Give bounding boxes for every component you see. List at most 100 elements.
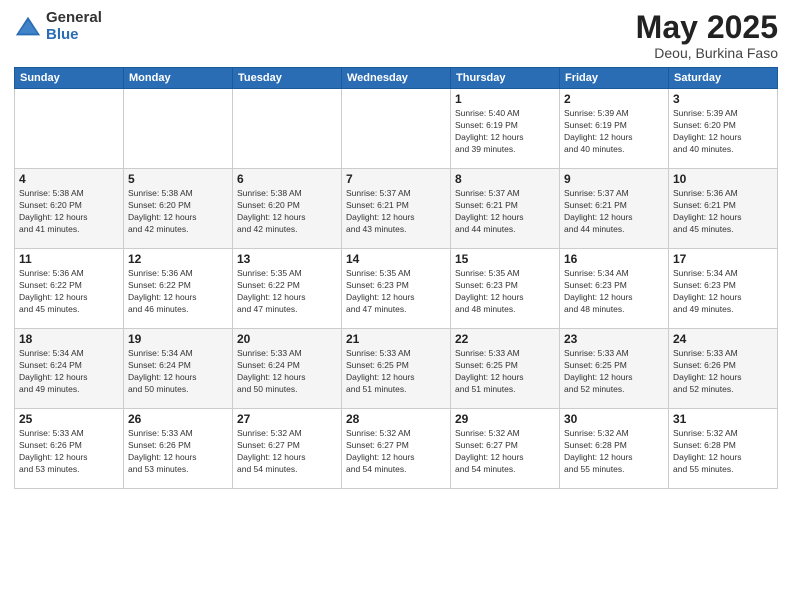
day-info: Sunrise: 5:39 AMSunset: 6:20 PMDaylight:… (673, 108, 773, 156)
day-number: 18 (19, 332, 119, 346)
day-cell: 1 Sunrise: 5:40 AMSunset: 6:19 PMDaylight… (451, 89, 560, 169)
day-number: 7 (346, 172, 446, 186)
day-cell: 9 Sunrise: 5:37 AMSunset: 6:21 PMDaylight… (560, 169, 669, 249)
day-number: 17 (673, 252, 773, 266)
day-info: Sunrise: 5:35 AMSunset: 6:22 PMDaylight:… (237, 268, 337, 316)
day-info: Sunrise: 5:33 AMSunset: 6:24 PMDaylight:… (237, 348, 337, 396)
day-cell (233, 89, 342, 169)
day-cell (15, 89, 124, 169)
day-info: Sunrise: 5:39 AMSunset: 6:19 PMDaylight:… (564, 108, 664, 156)
week-row-1: 1 Sunrise: 5:40 AMSunset: 6:19 PMDaylight… (15, 89, 778, 169)
day-cell: 28 Sunrise: 5:32 AMSunset: 6:27 PMDayligh… (342, 409, 451, 489)
day-cell: 19 Sunrise: 5:34 AMSunset: 6:24 PMDayligh… (124, 329, 233, 409)
day-info: Sunrise: 5:34 AMSunset: 6:24 PMDaylight:… (128, 348, 228, 396)
col-friday: Friday (560, 68, 669, 89)
week-row-2: 4 Sunrise: 5:38 AMSunset: 6:20 PMDaylight… (15, 169, 778, 249)
day-cell: 18 Sunrise: 5:34 AMSunset: 6:24 PMDayligh… (15, 329, 124, 409)
day-cell: 26 Sunrise: 5:33 AMSunset: 6:26 PMDayligh… (124, 409, 233, 489)
day-cell: 24 Sunrise: 5:33 AMSunset: 6:26 PMDayligh… (669, 329, 778, 409)
col-monday: Monday (124, 68, 233, 89)
day-cell: 10 Sunrise: 5:36 AMSunset: 6:21 PMDayligh… (669, 169, 778, 249)
day-info: Sunrise: 5:34 AMSunset: 6:24 PMDaylight:… (19, 348, 119, 396)
day-cell: 3 Sunrise: 5:39 AMSunset: 6:20 PMDaylight… (669, 89, 778, 169)
day-number: 2 (564, 92, 664, 106)
day-number: 16 (564, 252, 664, 266)
day-info: Sunrise: 5:40 AMSunset: 6:19 PMDaylight:… (455, 108, 555, 156)
day-number: 26 (128, 412, 228, 426)
day-info: Sunrise: 5:37 AMSunset: 6:21 PMDaylight:… (455, 188, 555, 236)
day-number: 4 (19, 172, 119, 186)
week-row-4: 18 Sunrise: 5:34 AMSunset: 6:24 PMDayligh… (15, 329, 778, 409)
day-cell: 12 Sunrise: 5:36 AMSunset: 6:22 PMDayligh… (124, 249, 233, 329)
title-block: May 2025 Deou, Burkina Faso (636, 10, 778, 61)
day-number: 11 (19, 252, 119, 266)
day-number: 1 (455, 92, 555, 106)
day-cell: 4Sunrise: 5:38 AMSunset: 6:20 PMDaylight… (15, 169, 124, 249)
week-row-5: 25Sunrise: 5:33 AMSunset: 6:26 PMDayligh… (15, 409, 778, 489)
day-info: Sunrise: 5:33 AMSunset: 6:25 PMDaylight:… (564, 348, 664, 396)
day-number: 10 (673, 172, 773, 186)
day-cell: 21 Sunrise: 5:33 AMSunset: 6:25 PMDayligh… (342, 329, 451, 409)
day-cell: 2 Sunrise: 5:39 AMSunset: 6:19 PMDaylight… (560, 89, 669, 169)
header-row: Sunday Monday Tuesday Wednesday Thursday… (15, 68, 778, 89)
day-number: 28 (346, 412, 446, 426)
day-number: 27 (237, 412, 337, 426)
day-info: Sunrise: 5:33 AMSunset: 6:26 PMDaylight:… (19, 428, 119, 476)
calendar-subtitle: Deou, Burkina Faso (636, 45, 778, 61)
day-cell (124, 89, 233, 169)
day-cell: 22Sunrise: 5:33 AMSunset: 6:25 PMDayligh… (451, 329, 560, 409)
day-info: Sunrise: 5:34 AMSunset: 6:23 PMDaylight:… (564, 268, 664, 316)
day-info: Sunrise: 5:38 AMSunset: 6:20 PMDaylight:… (128, 188, 228, 236)
calendar-page: General Blue May 2025 Deou, Burkina Faso… (0, 0, 792, 612)
day-info: Sunrise: 5:36 AMSunset: 6:22 PMDaylight:… (128, 268, 228, 316)
day-info: Sunrise: 5:38 AMSunset: 6:20 PMDaylight:… (237, 188, 337, 236)
day-number: 20 (237, 332, 337, 346)
day-number: 22 (455, 332, 555, 346)
day-info: Sunrise: 5:35 AMSunset: 6:23 PMDaylight:… (346, 268, 446, 316)
day-cell: 29 Sunrise: 5:32 AMSunset: 6:27 PMDayligh… (451, 409, 560, 489)
logo-general-text: General (46, 10, 102, 27)
col-tuesday: Tuesday (233, 68, 342, 89)
day-number: 13 (237, 252, 337, 266)
day-info: Sunrise: 5:37 AMSunset: 6:21 PMDaylight:… (564, 188, 664, 236)
day-cell: 7Sunrise: 5:37 AMSunset: 6:21 PMDaylight… (342, 169, 451, 249)
day-cell: 30Sunrise: 5:32 AMSunset: 6:28 PMDayligh… (560, 409, 669, 489)
day-cell: 5 Sunrise: 5:38 AMSunset: 6:20 PMDaylight… (124, 169, 233, 249)
calendar-table: Sunday Monday Tuesday Wednesday Thursday… (14, 67, 778, 489)
week-row-3: 11 Sunrise: 5:36 AMSunset: 6:22 PMDayligh… (15, 249, 778, 329)
day-info: Sunrise: 5:32 AMSunset: 6:28 PMDaylight:… (673, 428, 773, 476)
day-number: 12 (128, 252, 228, 266)
logo-blue-text: Blue (46, 27, 102, 44)
day-cell: 16 Sunrise: 5:34 AMSunset: 6:23 PMDayligh… (560, 249, 669, 329)
day-cell: 6Sunrise: 5:38 AMSunset: 6:20 PMDaylight… (233, 169, 342, 249)
day-number: 21 (346, 332, 446, 346)
day-info: Sunrise: 5:35 AMSunset: 6:23 PMDaylight:… (455, 268, 555, 316)
day-info: Sunrise: 5:36 AMSunset: 6:21 PMDaylight:… (673, 188, 773, 236)
day-info: Sunrise: 5:33 AMSunset: 6:26 PMDaylight:… (128, 428, 228, 476)
logo-icon (14, 13, 42, 41)
day-number: 3 (673, 92, 773, 106)
day-number: 29 (455, 412, 555, 426)
day-number: 9 (564, 172, 664, 186)
col-wednesday: Wednesday (342, 68, 451, 89)
day-info: Sunrise: 5:33 AMSunset: 6:25 PMDaylight:… (346, 348, 446, 396)
day-number: 31 (673, 412, 773, 426)
day-number: 5 (128, 172, 228, 186)
day-info: Sunrise: 5:33 AMSunset: 6:26 PMDaylight:… (673, 348, 773, 396)
col-saturday: Saturday (669, 68, 778, 89)
day-info: Sunrise: 5:32 AMSunset: 6:27 PMDaylight:… (455, 428, 555, 476)
day-cell: 17Sunrise: 5:34 AMSunset: 6:23 PMDayligh… (669, 249, 778, 329)
day-cell: 25Sunrise: 5:33 AMSunset: 6:26 PMDayligh… (15, 409, 124, 489)
day-cell: 15 Sunrise: 5:35 AMSunset: 6:23 PMDayligh… (451, 249, 560, 329)
day-info: Sunrise: 5:32 AMSunset: 6:27 PMDaylight:… (237, 428, 337, 476)
day-number: 23 (564, 332, 664, 346)
day-cell: 8Sunrise: 5:37 AMSunset: 6:21 PMDaylight… (451, 169, 560, 249)
day-cell: 27 Sunrise: 5:32 AMSunset: 6:27 PMDayligh… (233, 409, 342, 489)
day-number: 15 (455, 252, 555, 266)
day-info: Sunrise: 5:36 AMSunset: 6:22 PMDaylight:… (19, 268, 119, 316)
day-number: 19 (128, 332, 228, 346)
day-number: 24 (673, 332, 773, 346)
day-info: Sunrise: 5:32 AMSunset: 6:27 PMDaylight:… (346, 428, 446, 476)
logo-text: General Blue (46, 10, 102, 43)
day-cell: 23 Sunrise: 5:33 AMSunset: 6:25 PMDayligh… (560, 329, 669, 409)
